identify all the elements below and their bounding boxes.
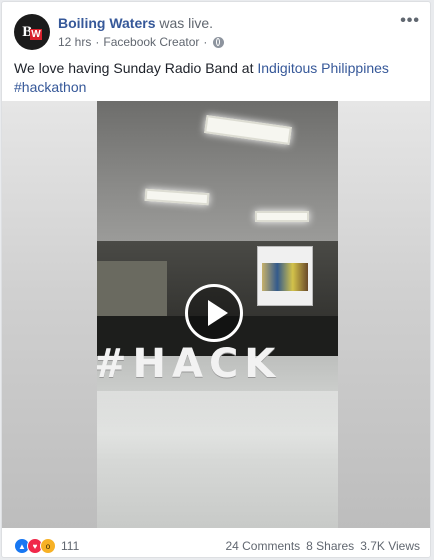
page-avatar[interactable]: B W [14, 14, 50, 50]
post-timestamp[interactable]: 12 hrs [58, 35, 91, 49]
post-footer: ▲ ♥ o 111 24 Comments 8 Shares 3.7K View… [2, 528, 430, 558]
video-player[interactable]: #HACK [2, 101, 430, 528]
post-header: Boiling Waters was live. [58, 15, 213, 31]
projector-screen [257, 246, 313, 306]
post-text: We love having Sunday Radio Band at Indi… [14, 59, 414, 97]
comments-count-link[interactable]: 24 Comments [225, 539, 300, 553]
live-status-text: was live. [159, 15, 214, 31]
projected-image [262, 263, 308, 291]
page-name-link[interactable]: Boiling Waters [58, 15, 156, 31]
post-text-body: We love having Sunday Radio Band at [14, 60, 258, 76]
hashtag-link[interactable]: #hackathon [14, 79, 86, 95]
reactions-summary[interactable]: ▲ ♥ o 111 [14, 538, 79, 554]
play-icon[interactable] [185, 284, 243, 342]
video-blur-left [2, 101, 97, 528]
mention-link[interactable]: Indigitous Philippines [257, 60, 389, 76]
scene-hack-letters: #HACK [97, 341, 282, 387]
post-source: Facebook Creator [103, 35, 200, 49]
meta-separator: · [95, 35, 100, 49]
more-options-icon[interactable]: ••• [400, 12, 420, 30]
reaction-count[interactable]: 111 [61, 539, 79, 553]
post-meta: 12 hrs · Facebook Creator · [58, 35, 225, 49]
shares-count-link[interactable]: 8 Shares [306, 539, 354, 553]
video-blur-right [338, 101, 430, 528]
ceiling-light [255, 211, 309, 222]
globe-icon[interactable] [213, 36, 225, 48]
video-frame[interactable]: #HACK [97, 101, 338, 528]
views-count[interactable]: 3.7K Views [360, 539, 420, 553]
avatar-letter-w: W [30, 28, 42, 40]
post-stats: 24 Comments 8 Shares 3.7K Views [225, 539, 420, 553]
wow-icon: o [40, 538, 56, 554]
post-card: B W Boiling Waters was live. 12 hrs · Fa… [1, 1, 431, 558]
floor-reflection [97, 391, 338, 461]
meta-separator-2: · [203, 35, 208, 49]
